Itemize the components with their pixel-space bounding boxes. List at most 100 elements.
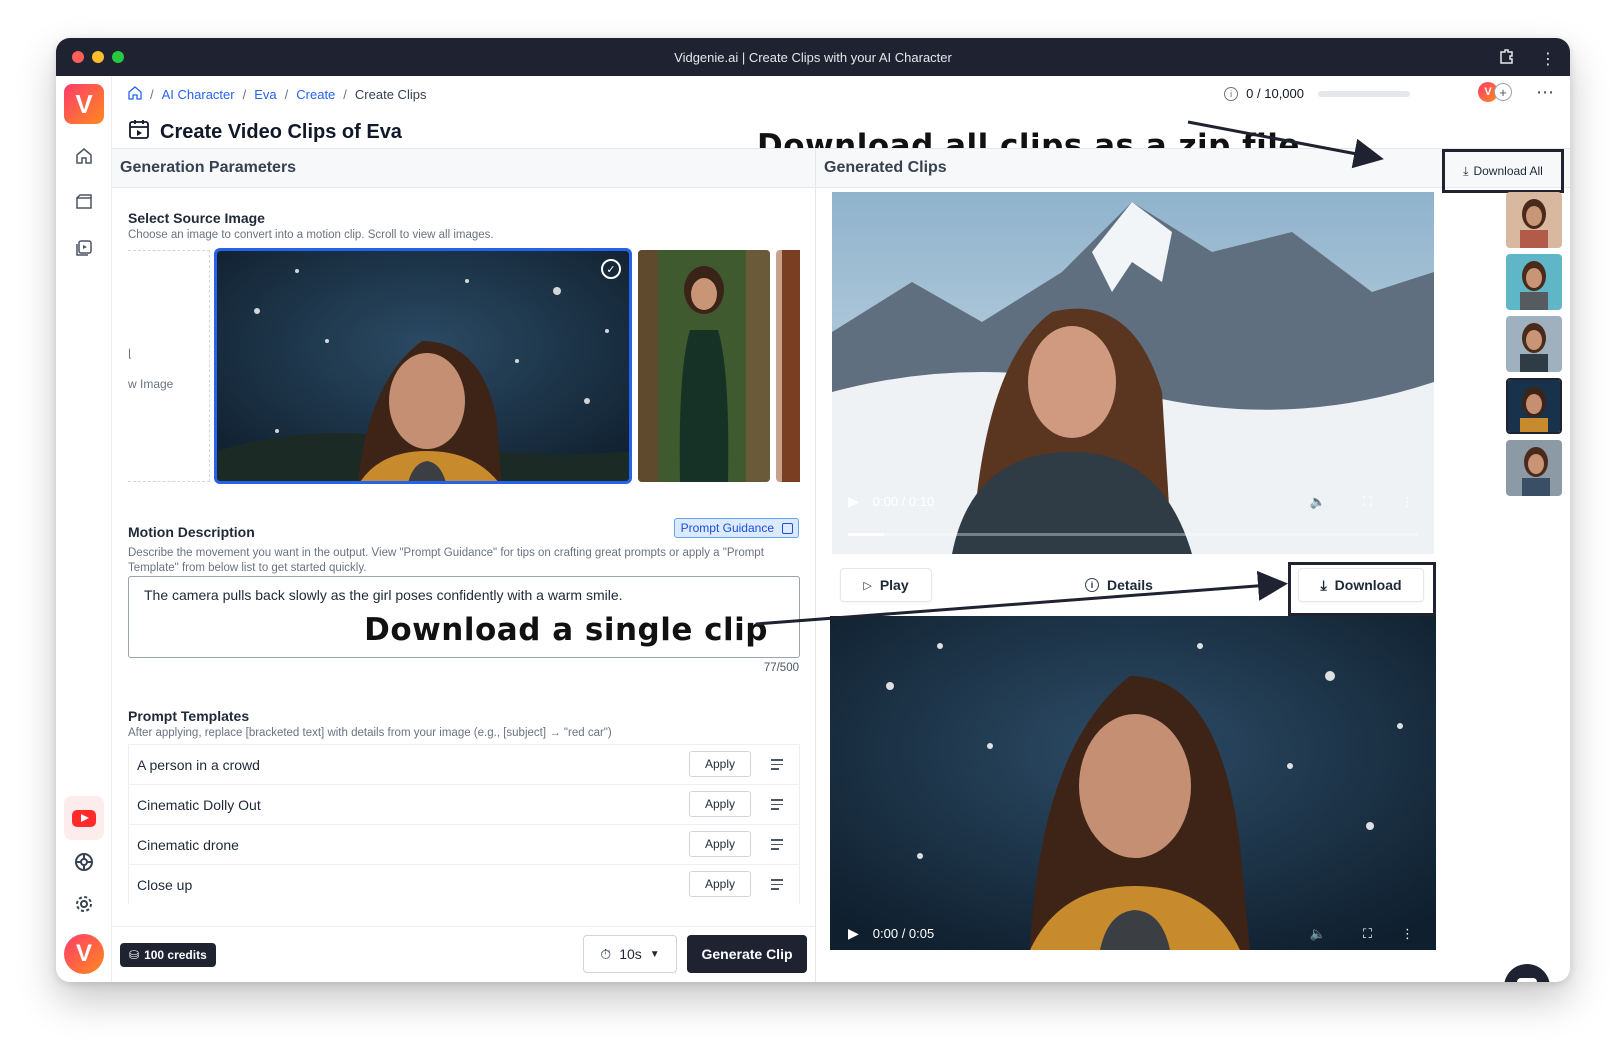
download-label: Download [1334,577,1402,593]
page-title-text: Create Video Clips of Eva [160,120,402,143]
generated-clips-panel: Generated Clips ⤓ Download All ▶ 0:00 / … [816,148,1570,982]
source-image-2[interactable] [638,250,770,482]
generation-parameters-panel: Generation Parameters Select Source Imag… [112,148,816,982]
clip-thumbnail[interactable] [1506,192,1562,248]
volume-icon[interactable]: 🔈 [1310,494,1326,510]
user-avatar[interactable]: V [64,934,104,974]
details-icon[interactable] [771,759,783,773]
usage-meter: i 0 / 10,000 [1224,86,1410,101]
details-label: Details [1107,577,1153,593]
app-window: Vidgenie.ai | Create Clips with your AI … [56,38,1570,982]
play-icon[interactable]: ▶ [848,493,859,510]
info-icon: i [1085,578,1100,592]
duration-value: 10s [619,946,642,962]
motion-description-title: Motion Description [128,524,255,540]
clapperboard-icon[interactable] [70,188,98,216]
gear-icon[interactable] [70,890,98,918]
apply-button[interactable]: Apply [689,871,751,897]
video-progress[interactable] [848,533,1418,536]
window-titlebar: Vidgenie.ai | Create Clips with your AI … [56,38,1570,76]
sidebar: V V [56,76,112,982]
prompt-guidance-button[interactable]: Prompt Guidance [673,518,799,538]
home-icon[interactable] [128,86,142,103]
details-icon[interactable] [771,839,783,853]
source-image-3[interactable] [776,250,800,482]
download-all-button[interactable]: ⤓ Download All [1463,164,1543,179]
video-menu-icon[interactable]: ⋮ [1401,494,1414,510]
video-menu-icon[interactable]: ⋮ [1401,926,1414,942]
fullscreen-icon[interactable]: ⛶ [1363,494,1372,510]
apply-button[interactable]: Apply [689,831,751,857]
clip-thumbnail[interactable] [1506,254,1562,310]
breadcrumb-eva[interactable]: Eva [254,87,276,102]
download-icon: ⤓ [1320,576,1327,593]
minimize-window-button[interactable] [92,51,104,63]
template-label: Cinematic Dolly Out [137,796,261,813]
source-image-desc: Choose an image to convert into a motion… [128,229,494,241]
chat-support-button[interactable] [1504,964,1550,982]
clip-thumbnail[interactable] [1506,316,1562,372]
youtube-icon[interactable] [64,796,104,840]
details-icon[interactable] [771,799,783,813]
video-controls: ▶ 0:00 / 0:05 🔈 ⛶ ⋮ [830,925,1436,942]
video-controls: ▶ 0:00 / 0:10 🔈 ⛶ ⋮ [832,493,1434,510]
home-icon[interactable] [70,142,98,170]
usage-bar [1318,90,1410,97]
play-label: Play [879,577,909,593]
generate-clip-button[interactable]: Generate Clip [687,935,807,973]
calendar-clip-icon [128,118,150,146]
play-button[interactable]: ▷ Play [840,568,932,602]
apply-button[interactable]: Apply [689,791,751,817]
generation-footer: ⛁ 100 credits ⏱ 10s ▼ Generate Clip [112,926,815,982]
details-button[interactable]: i Details [1066,568,1172,602]
prompt-templates-title: Prompt Templates [128,708,250,724]
maximize-window-button[interactable] [112,51,124,63]
clip-thumbnail[interactable] [1506,440,1562,496]
template-row[interactable]: Close up Apply [128,864,800,904]
clip-video-2[interactable]: ▶ 0:00 / 0:05 🔈 ⛶ ⋮ [830,616,1436,950]
usage-text: 0 / 10,000 [1246,86,1304,101]
fullscreen-icon[interactable]: ⛶ [1363,926,1372,942]
play-icon[interactable]: ▶ [848,925,859,942]
prompt-guidance-label: Prompt Guidance [680,521,774,535]
add-icon[interactable]: + [1494,83,1512,101]
download-button[interactable]: ⤓ Download [1298,568,1424,602]
duration-select[interactable]: ⏱ 10s ▼ [583,935,677,973]
download-all-highlight: ⤓ Download All [1442,149,1564,193]
apply-button[interactable]: Apply [689,751,751,777]
breadcrumb: / AI Character / Eva / Create / Create C… [128,86,426,103]
browser-menu-icon[interactable]: ⋮ [1540,49,1556,69]
template-label: Cinematic drone [137,836,239,853]
credits-badge: ⛁ 100 credits [120,943,216,967]
extension-icon[interactable] [1498,47,1516,70]
volume-icon[interactable]: 🔈 [1310,926,1326,942]
close-window-button[interactable] [72,51,84,63]
character-avatar[interactable]: V + [1478,82,1512,102]
template-row[interactable]: Cinematic Dolly Out Apply [128,784,800,824]
breadcrumb-create[interactable]: Create [296,87,335,102]
template-row[interactable]: A person in a crowd Apply [128,744,800,784]
help-icon[interactable] [70,848,98,876]
vidgenie-logo[interactable]: V [64,84,104,124]
top-bar: / AI Character / Eva / Create / Create C… [112,76,1570,164]
panel-icon [782,523,793,534]
video-library-icon[interactable] [70,234,98,262]
details-icon[interactable] [771,879,783,893]
source-image-selected[interactable]: ✓ [214,248,632,484]
template-list: A person in a crowd Apply Cinematic Doll… [128,744,800,904]
clip-thumbnail-active[interactable] [1506,378,1562,434]
chevron-down-icon: ▼ [649,948,660,960]
info-icon: i [1224,86,1239,101]
template-label: A person in a crowd [137,756,260,773]
prompt-templates-desc: After applying, replace [bracketed text]… [128,727,612,739]
selected-check-icon: ✓ [601,259,621,279]
breadcrumb-ai-character[interactable]: AI Character [162,87,235,102]
page-title: Create Video Clips of Eva [128,118,402,146]
more-options-icon[interactable]: ⋯ [1536,82,1554,103]
download-icon: ⤓ [1463,163,1469,178]
clip-video-1[interactable]: ▶ 0:00 / 0:10 🔈 ⛶ ⋮ [832,192,1434,554]
coins-icon: ⛁ [129,948,140,962]
upload-image-tile[interactable]: ⌊ w Image [128,250,210,482]
template-row[interactable]: Cinematic drone Apply [128,824,800,864]
char-count: 77/500 [763,662,799,674]
